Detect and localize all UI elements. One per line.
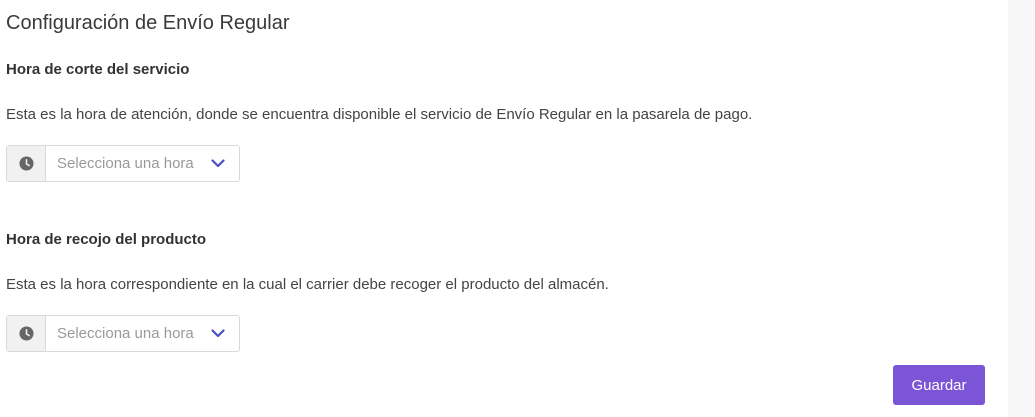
chevron-down-icon	[203, 316, 239, 351]
cutoff-time-select[interactable]: Selecciona una hora	[6, 145, 240, 182]
page-title: Configuración de Envío Regular	[6, 12, 290, 34]
pickup-time-select[interactable]: Selecciona una hora	[6, 315, 240, 352]
clock-icon	[7, 146, 46, 181]
shipping-config-form: Configuración de Envío Regular Hora de c…	[6, 0, 1006, 417]
cutoff-time-placeholder: Selecciona una hora	[57, 155, 194, 172]
right-panel-edge	[1008, 0, 1035, 417]
cutoff-time-title: Hora de corte del servicio	[6, 61, 190, 78]
chevron-down-icon	[203, 146, 239, 181]
cutoff-time-description: Esta es la hora de atención, donde se en…	[6, 106, 753, 123]
clock-icon	[7, 316, 46, 351]
save-button[interactable]: Guardar	[893, 365, 985, 405]
pickup-time-placeholder: Selecciona una hora	[57, 325, 194, 342]
pickup-time-description: Esta es la hora correspondiente en la cu…	[6, 276, 609, 293]
pickup-time-title: Hora de recojo del producto	[6, 231, 207, 248]
